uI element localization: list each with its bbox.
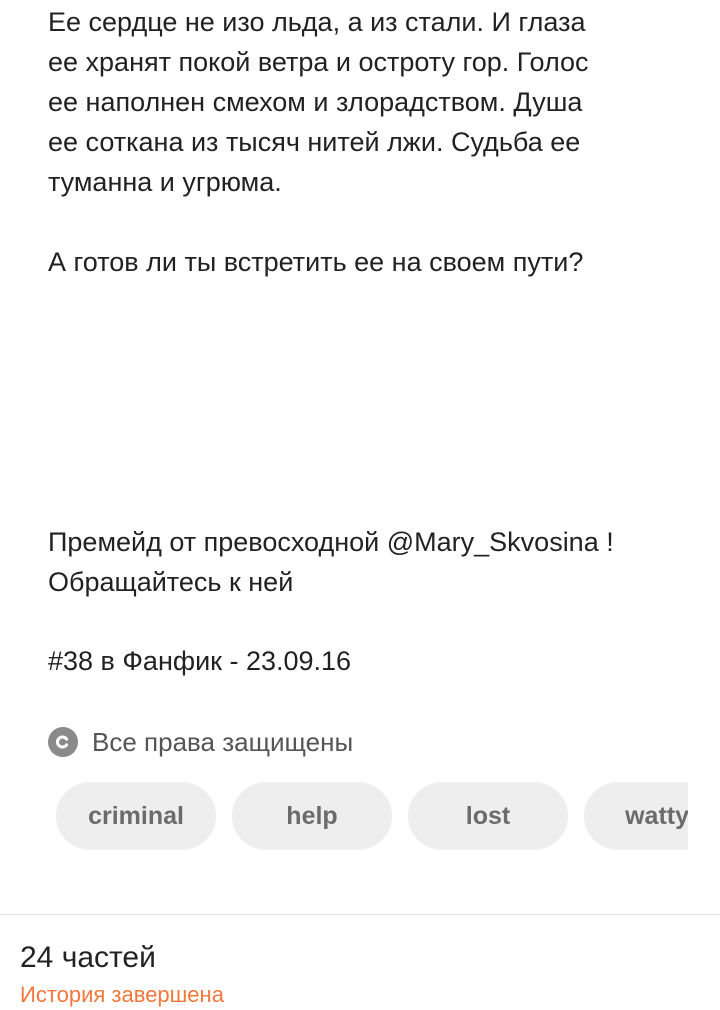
parts-count: 24 частей [20,941,156,974]
description-line: ее соткана из тысяч нитей лжи. Судьба ее [48,127,581,157]
tag-chip[interactable]: criminal [56,782,216,850]
description-credit: Премейд от превосходной @Mary_Skvosina !… [48,522,614,602]
copyright-notice: Все права защищены [48,722,353,762]
description-line: ее наполнен смехом и злорадством. Душа [48,87,583,117]
ranking-text: #38 в Фанфик - 23.09.16 [48,646,352,676]
description-paragraph: Ее сердце не изо льда, а из стали. И гла… [48,2,589,202]
copyright-icon [48,727,78,757]
description-line: ее хранят покой ветра и остроту гор. Гол… [48,47,589,77]
tag-chip[interactable]: wattys [584,782,688,850]
copyright-label: Все права защищены [92,726,354,757]
description-line: Ее сердце не изо льда, а из стали. И гла… [48,7,586,37]
tags-list[interactable]: criminal help lost wattys [56,782,688,850]
description-line: туманна и угрюма. [48,167,282,197]
section-divider [0,914,720,915]
credit-line: Обращайтесь к ней [48,567,294,597]
story-status: История завершена [20,982,224,1007]
tag-chip[interactable]: help [232,782,392,850]
credit-line: Премейд от превосходной @Mary_Skvosina ! [48,527,614,557]
tag-chip[interactable]: lost [408,782,568,850]
description-question: А готов ли ты встретить ее на своем пути… [48,247,584,277]
